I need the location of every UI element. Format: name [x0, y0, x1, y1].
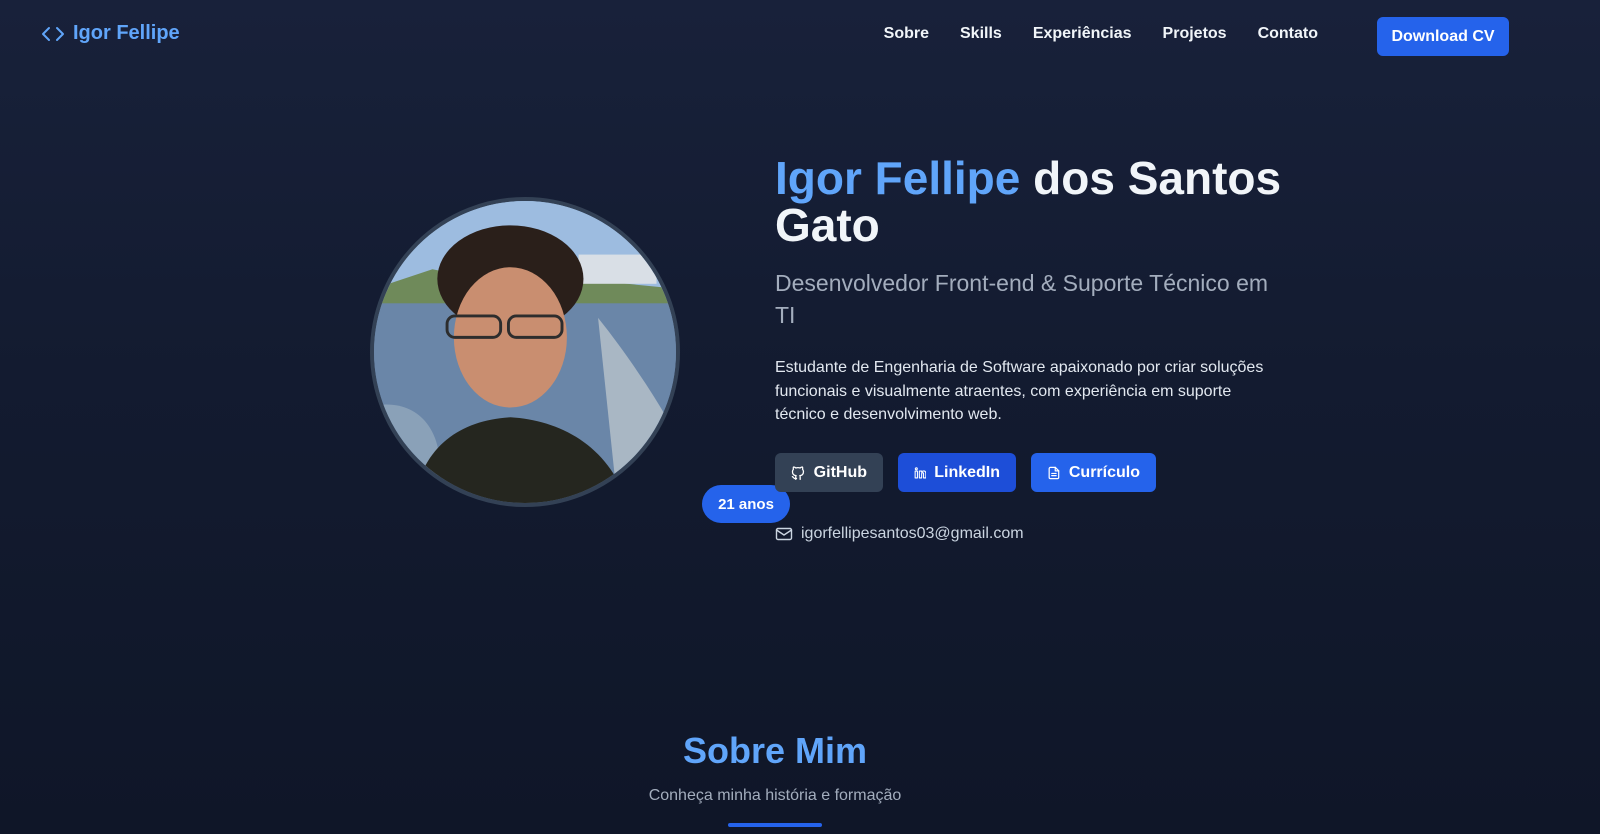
hero-name: Igor Fellipe dos Santos Gato [775, 155, 1295, 249]
document-icon [1048, 466, 1060, 479]
hero-text: Igor Fellipe dos Santos Gato Desenvolved… [775, 155, 1295, 427]
github-icon [791, 465, 805, 480]
linkedin-icon [914, 466, 927, 478]
github-button-label: GitHub [813, 463, 867, 481]
hero-bio: Estudante de Engenharia de Software apai… [775, 359, 1264, 423]
section-divider [728, 823, 822, 827]
about-section-title: Sobre Mim [682, 730, 868, 771]
logo[interactable]: Igor Fellipe [41, 22, 180, 45]
page: Igor Fellipe Sobre Skills Experiências P… [0, 0, 1600, 834]
curriculo-button[interactable]: Currículo [1031, 453, 1156, 492]
profile-photo-illustration [374, 201, 676, 503]
github-button[interactable]: GitHub [775, 453, 883, 492]
linkedin-button-label: LinkedIn [934, 463, 1000, 481]
hero-name-first: Igor Fellipe [775, 152, 1021, 204]
nav-item-skills[interactable]: Skills [960, 25, 1002, 43]
nav-item-experiencias[interactable]: Experiências [1033, 25, 1132, 43]
linkedin-button[interactable]: LinkedIn [898, 453, 1016, 492]
mail-icon [775, 527, 793, 541]
top-navbar: Igor Fellipe Sobre Skills Experiências P… [0, 0, 1600, 72]
nav-menu: Sobre Skills Experiências Projetos Conta… [884, 25, 1318, 43]
hero-buttons: GitHub LinkedIn Currículo [775, 453, 1156, 492]
hero-role: Desenvolvedor Front-end & Suporte Técnic… [775, 270, 1269, 328]
download-cv-button[interactable]: Download CV [1377, 17, 1509, 56]
nav-item-projetos[interactable]: Projetos [1163, 25, 1227, 43]
about-section-subtitle: Conheça minha história e formação [648, 787, 902, 804]
nav-item-contato[interactable]: Contato [1258, 25, 1318, 43]
profile-photo [370, 197, 680, 507]
curriculo-button-label: Currículo [1068, 463, 1140, 481]
contact-email[interactable]: igorfellipesantos03@gmail.com [775, 525, 1024, 543]
code-brackets-icon [42, 26, 64, 41]
email-text: igorfellipesantos03@gmail.com [801, 525, 1024, 542]
logo-text: Igor Fellipe [73, 22, 180, 44]
nav-item-sobre[interactable]: Sobre [884, 25, 929, 43]
